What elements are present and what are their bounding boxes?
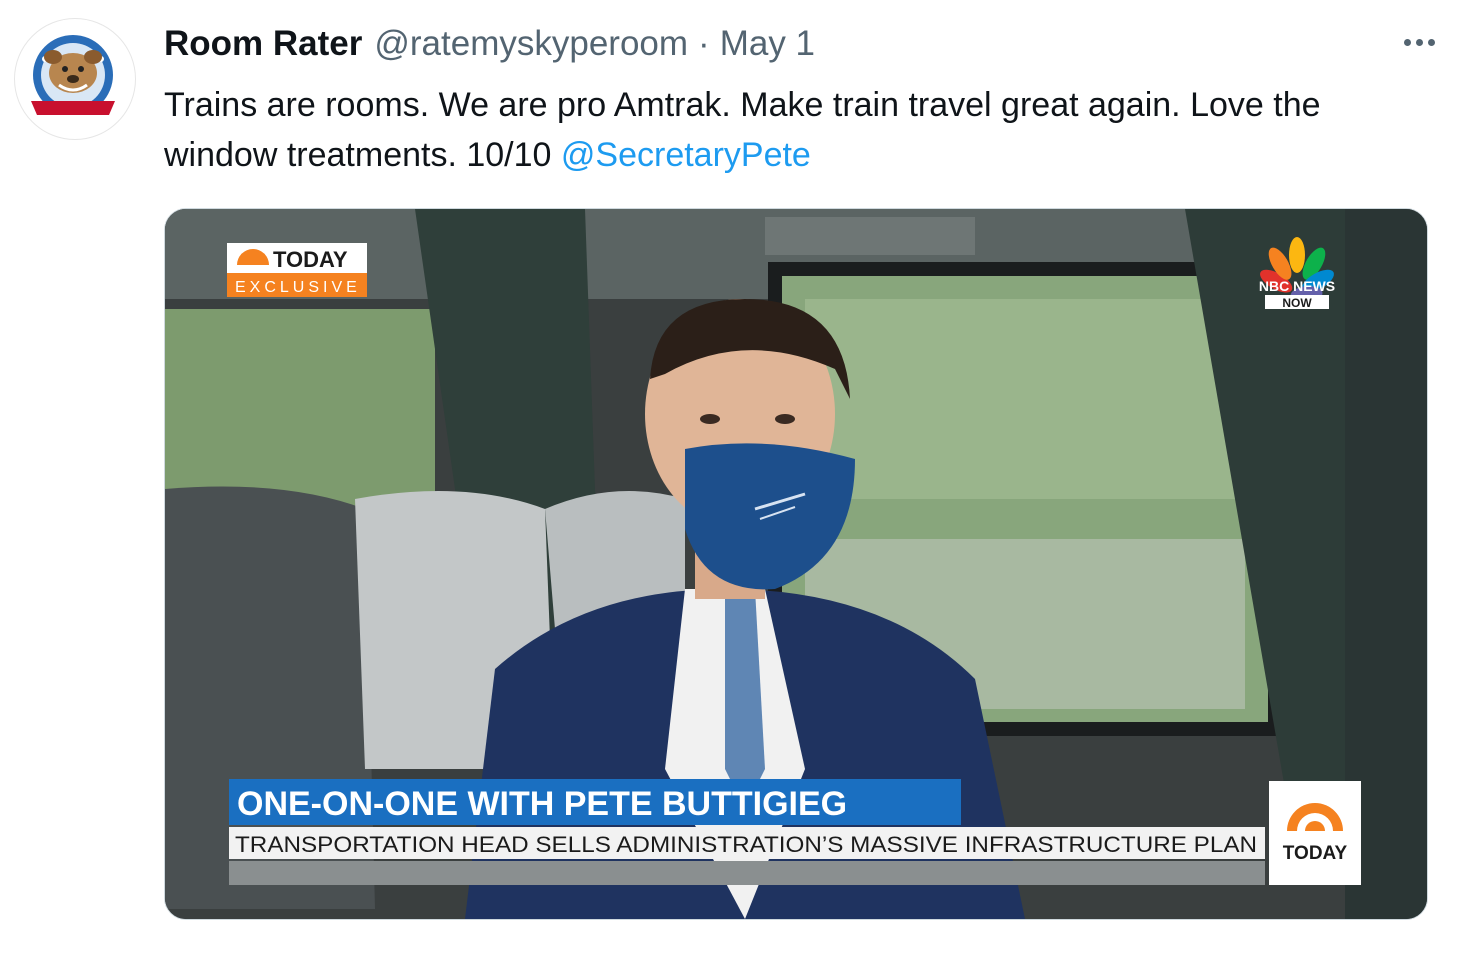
separator-dot: · [698,24,710,63]
more-options-icon[interactable] [1394,22,1444,62]
lower-third-subtitle: TRANSPORTATION HEAD SELLS ADMINISTRATION… [235,832,1257,857]
exclusive-label: EXCLUSIVE [235,279,361,296]
author-name[interactable]: Room Rater [164,24,362,64]
video-still: TODAY EXCLUSIVE NBC NEWS NOW ONE-ON-ONE … [165,209,1427,919]
today-badge-text: TODAY [273,247,348,272]
author-handle[interactable]: @ratemyskyperoom [374,24,688,64]
corner-today-logo: TODAY [1283,843,1348,864]
tweet-text: Trains are rooms. We are pro Amtrak. Mak… [164,80,1424,180]
author-avatar[interactable] [14,18,136,140]
nbc-news-text: NBC NEWS [1259,278,1335,294]
today-exclusive-badge: TODAY EXCLUSIVE [227,243,367,297]
tweet-date[interactable]: May 1 [720,24,815,64]
now-text: NOW [1282,296,1312,310]
bulldog-logo-icon [31,35,115,115]
tweet-media[interactable]: TODAY EXCLUSIVE NBC NEWS NOW ONE-ON-ONE … [164,208,1428,920]
mention-link[interactable]: @SecretaryPete [561,136,811,174]
lower-third-title: ONE-ON-ONE WITH PETE BUTTIGIEG [237,785,847,823]
tweet-header: Room Rater @ratemyskyperoom · May 1 [164,20,1438,68]
